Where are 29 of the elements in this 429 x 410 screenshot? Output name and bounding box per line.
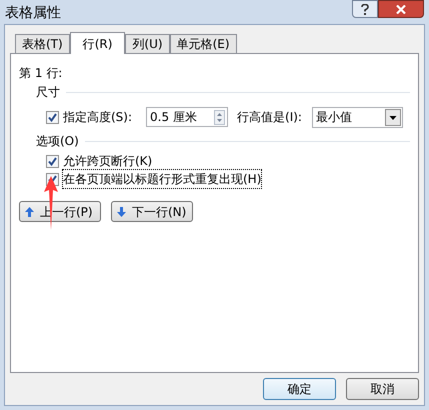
window-title: 表格属性 xyxy=(5,4,61,23)
nav-button[interactable]: 上一行(P) xyxy=(19,201,101,222)
field-label: 行高值是(I): xyxy=(237,109,302,126)
help-icon xyxy=(361,4,369,14)
checkbox[interactable] xyxy=(46,154,59,168)
tab[interactable]: 表格(T) xyxy=(15,34,70,53)
close-icon xyxy=(396,4,406,14)
checkbox-label: 在各页顶端以标题行形式重复出现(H) xyxy=(63,170,262,188)
down-arrow-icon xyxy=(117,206,126,216)
spinner-value: 0.5 厘米 xyxy=(149,109,198,126)
tab[interactable]: 行(R) xyxy=(70,32,126,54)
ok-button[interactable]: 确定 xyxy=(263,378,336,400)
close-button[interactable] xyxy=(378,0,424,18)
section-title: 尺寸 xyxy=(36,84,60,101)
help-button[interactable] xyxy=(352,0,378,18)
checkbox[interactable] xyxy=(46,110,59,124)
nav-button[interactable]: 下一行(N) xyxy=(111,201,193,222)
tab[interactable]: 单元格(E) xyxy=(170,34,237,53)
height-spinner[interactable]: 0.5 厘米 xyxy=(146,107,228,127)
row-heading: 第 1 行: xyxy=(19,65,64,82)
cancel-button[interactable]: 取消 xyxy=(346,378,419,400)
checkbox-label: 允许跨页断行(K) xyxy=(63,153,152,170)
mode-dropdown[interactable]: 最小值 xyxy=(312,106,403,128)
section-title: 选项(O) xyxy=(36,133,79,150)
checkbox-label: 指定高度(S): xyxy=(63,109,132,126)
dropdown-value: 最小值 xyxy=(314,109,353,126)
up-arrow-icon xyxy=(25,206,34,216)
spin-arrows-icon[interactable] xyxy=(214,110,226,124)
tab[interactable]: 列(U) xyxy=(125,34,170,53)
